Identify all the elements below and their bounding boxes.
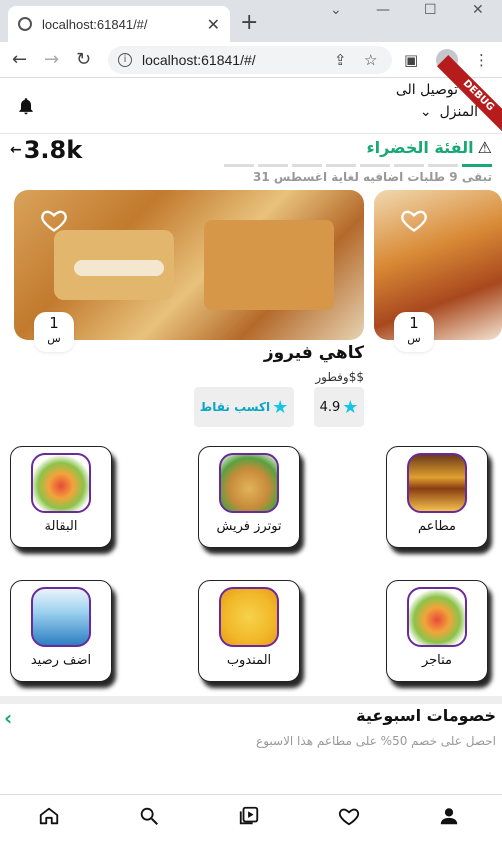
site-info-icon[interactable]: i — [118, 53, 132, 67]
points-balance[interactable]: ← 3.8k — [10, 136, 82, 164]
category-subtitle: تبقى 9 طلبات اضافيه لغاية اغسطس 31 — [253, 170, 492, 184]
share-icon[interactable]: ⇪ — [334, 51, 347, 69]
weekly-discounts-title: خصومات اسبوعية — [356, 706, 496, 725]
globe-icon — [18, 17, 32, 31]
address-bar[interactable]: i — [108, 46, 392, 74]
tab-title: localhost:61841/#/ — [42, 16, 148, 32]
cream-filling — [74, 260, 164, 276]
bank-transfer-icon — [31, 587, 91, 647]
warning-icon: ⚠ — [477, 138, 492, 157]
favorite-heart-icon[interactable] — [40, 206, 68, 234]
loyalty-category: ← 3.8k الفئة الخضراء ⚠ تبقى 9 طلبات اضاف… — [0, 134, 502, 186]
close-tab-icon[interactable]: ✕ — [207, 15, 220, 34]
service-tile-grocery[interactable]: البقالة — [10, 446, 112, 548]
service-tile-add-balance[interactable]: اضف رصيد — [10, 580, 112, 682]
service-label: اضف رصيد — [30, 653, 92, 668]
search-icon[interactable] — [138, 805, 160, 827]
bookmark-star-icon[interactable]: ☆ — [364, 51, 377, 69]
progress-segment — [462, 164, 492, 167]
browser-toolbar: ← → ↻ i ⇪ ☆ ▣ ⋮ — [0, 42, 502, 78]
close-window-icon[interactable]: ✕ — [472, 2, 484, 18]
progress-segment — [224, 164, 254, 167]
progress-segment — [428, 164, 458, 167]
section-divider — [0, 696, 502, 704]
tab-search-icon[interactable]: ⌄ — [330, 2, 342, 18]
maximize-icon[interactable]: ☐ — [424, 2, 437, 18]
destination-selector[interactable]: ⌄ المنزل — [420, 104, 478, 120]
points-value: 3.8k — [23, 136, 83, 164]
grocery-cart-icon — [31, 453, 91, 513]
service-tile-courier[interactable]: المندوب — [198, 580, 300, 682]
service-tile-stores[interactable]: متاجر — [386, 580, 488, 682]
delivery-time-unit: س — [47, 332, 61, 345]
progress-segment — [326, 164, 356, 167]
profile-icon[interactable] — [438, 805, 460, 827]
forward-icon[interactable]: → — [44, 49, 59, 70]
progress-segment — [258, 164, 288, 167]
app-header: توصيل الى ⌄ المنزل DEBUG — [0, 54, 502, 138]
category-title: الفئة الخضراء ⚠ — [366, 138, 492, 157]
favorites-heart-icon[interactable] — [338, 805, 360, 827]
service-label: توترز فريش — [216, 519, 282, 534]
weekly-discounts-subtitle: احصل على خصم 50% على مطاعم هذا الاسبوع — [256, 734, 496, 748]
earn-points-label: اكسب نقاط — [199, 400, 271, 414]
earn-points-button[interactable]: اكسب نقاط ★ — [194, 387, 294, 427]
restaurant-description: وفطور$$ — [315, 370, 364, 384]
burger-icon — [407, 453, 467, 513]
service-label: متاجر — [421, 653, 453, 668]
destination-label: المنزل — [439, 104, 478, 120]
delivery-time-badge: 1 س — [394, 312, 434, 352]
reload-icon[interactable]: ↻ — [76, 49, 91, 70]
star-icon: ★ — [342, 396, 359, 418]
category-progress — [224, 164, 492, 167]
browser-tab-bar: localhost:61841/#/ ✕ + ⌄ — ☐ ✕ — [0, 0, 502, 42]
service-tile-restaurants[interactable]: مطاعم — [386, 446, 488, 548]
back-icon[interactable]: ← — [12, 49, 27, 70]
rating-value: 4.9 — [319, 399, 341, 415]
favorite-heart-icon[interactable] — [400, 206, 428, 234]
chevron-down-icon: ⌄ — [419, 104, 432, 120]
star-icon: ★ — [272, 396, 289, 418]
browser-tab[interactable]: localhost:61841/#/ ✕ — [8, 6, 230, 42]
minimize-icon[interactable]: — — [376, 2, 390, 18]
delivery-time-value: 1 — [409, 314, 419, 332]
url-input[interactable] — [142, 52, 342, 68]
shopping-cart-icon — [407, 587, 467, 647]
home-icon[interactable] — [38, 805, 60, 827]
menu-kebab-icon[interactable]: ⋮ — [474, 51, 489, 69]
notification-bell-icon[interactable] — [16, 96, 36, 116]
service-label: المندوب — [226, 653, 272, 668]
rating-badge: 4.9 ★ — [314, 387, 364, 427]
progress-segment — [360, 164, 390, 167]
progress-segment — [292, 164, 322, 167]
arrow-left-icon: ← — [10, 142, 22, 158]
deliver-to-label: توصيل الى — [395, 82, 458, 98]
bottom-navigation — [0, 794, 502, 854]
pastry-piece — [204, 220, 334, 310]
chevron-left-icon[interactable]: ‹ — [4, 706, 12, 730]
service-label: البقالة — [44, 519, 78, 534]
category-title-text: الفئة الخضراء — [366, 138, 474, 157]
courier-icon — [219, 587, 279, 647]
delivery-time-unit: س — [407, 332, 421, 345]
restaurant-name[interactable]: كاهي فيروز — [264, 343, 364, 363]
vegetables-bag-icon — [219, 453, 279, 513]
side-panel-icon[interactable]: ▣ — [404, 51, 418, 69]
delivery-time-value: 1 — [49, 314, 59, 332]
new-tab-icon[interactable]: + — [240, 10, 258, 35]
delivery-time-badge: 1 س — [34, 312, 74, 352]
restaurant-carousel: 1 س 1 س — [0, 190, 502, 352]
service-tile-fresh[interactable]: توترز فريش — [198, 446, 300, 548]
service-label: مطاعم — [418, 519, 456, 534]
progress-segment — [394, 164, 424, 167]
video-library-icon[interactable] — [238, 805, 260, 827]
